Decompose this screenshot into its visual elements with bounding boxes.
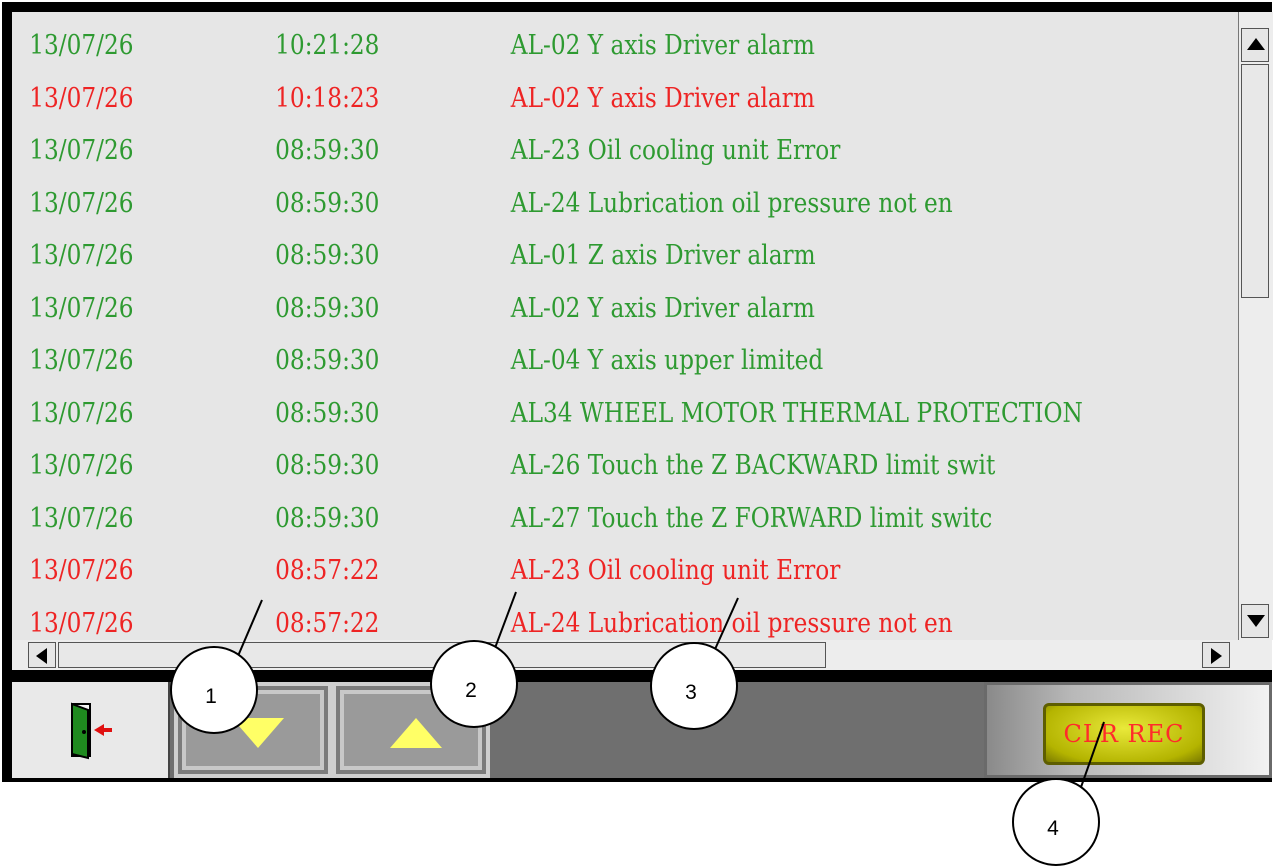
callout-3: 3 bbox=[650, 642, 738, 730]
callout-3-label: 3 bbox=[685, 681, 697, 704]
callout-2-label: 2 bbox=[465, 679, 477, 702]
callout-1-label: 1 bbox=[205, 685, 217, 708]
callout-2: 2 bbox=[430, 640, 518, 728]
callout-4-label: 4 bbox=[1047, 817, 1059, 840]
callout-1: 1 bbox=[170, 646, 258, 734]
callout-leader-lines bbox=[237, 591, 1105, 791]
callout-4-leader bbox=[1079, 721, 1105, 791]
callout-4: 4 bbox=[1012, 778, 1100, 866]
callout-1-leader bbox=[237, 599, 263, 657]
